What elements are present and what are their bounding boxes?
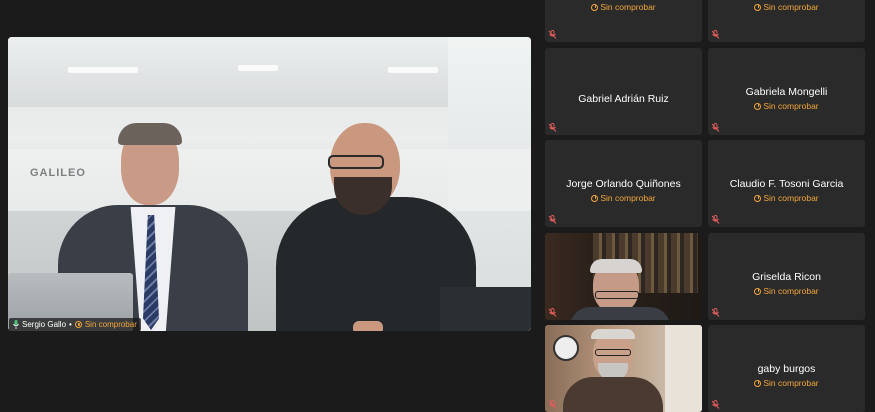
ceiling-light <box>238 65 278 71</box>
participant-tile[interactable] <box>545 325 702 412</box>
mic-off-icon <box>548 308 557 317</box>
verification-status: Sin comprobar <box>545 2 702 12</box>
clock-icon <box>591 194 599 202</box>
speaker-name: Sergio Gallo <box>22 320 67 329</box>
mic-off-icon <box>548 400 557 409</box>
participant-glasses <box>328 155 384 169</box>
verification-status: Sin comprobar <box>708 101 865 111</box>
participant-tile[interactable]: Jorge Orlando Quiñones Sin comprobar <box>545 140 702 227</box>
verification-status: Sin comprobar <box>708 286 865 296</box>
clock-icon <box>754 194 762 202</box>
clock-icon <box>754 102 762 110</box>
participant-name: Claudio F. Tosoni Garcia <box>729 178 844 190</box>
mic-off-icon <box>548 123 557 132</box>
participant-tile[interactable] <box>545 233 702 320</box>
clock-icon <box>74 321 82 328</box>
verification-status: Sin comprobar <box>708 2 865 12</box>
monitor <box>440 287 531 331</box>
status-label: Sin comprobar <box>763 2 819 12</box>
mic-off-icon <box>548 215 557 224</box>
ceiling-light <box>388 67 438 73</box>
participant-tile[interactable]: Claudio F. Tosoni Garcia Sin comprobar <box>708 140 865 227</box>
ceiling-light <box>68 67 138 73</box>
participant-name: Griselda Ricon <box>752 271 821 283</box>
frosted-glass <box>8 149 531 211</box>
main-video-tile[interactable]: GALILEO <box>8 37 531 331</box>
status-label: Sin comprobar <box>600 2 656 12</box>
mic-icon <box>13 320 19 329</box>
clock-icon <box>754 3 762 11</box>
background-sign: GALILEO <box>30 167 86 179</box>
participant-tile[interactable]: Gabriel Adrián Ruiz <box>545 48 702 135</box>
participant-tile[interactable]: Griselda Ricon Sin comprobar <box>708 233 865 320</box>
participant-hair <box>118 123 182 145</box>
status-label: Sin comprobar <box>763 378 819 388</box>
speaker-status: Sin comprobar <box>84 320 137 329</box>
participant-name: Gabriela Mongelli <box>745 86 828 98</box>
mic-off-icon <box>711 123 720 132</box>
clock-icon <box>754 379 762 387</box>
participant-video <box>545 325 702 412</box>
status-label: Sin comprobar <box>763 193 819 203</box>
participant-hand <box>353 321 383 331</box>
speaker-name-tag: Sergio Gallo • Sin comprobar <box>9 318 141 331</box>
participant-tile[interactable]: Sin comprobar <box>545 0 702 42</box>
participant-name: gaby burgos <box>757 363 816 375</box>
participant-name: Gabriel Adrián Ruiz <box>578 93 669 105</box>
verification-status: Sin comprobar <box>708 193 865 203</box>
mic-off-icon <box>711 308 720 317</box>
verification-status: Sin comprobar <box>545 193 702 203</box>
participant-name: Jorge Orlando Quiñones <box>566 178 681 190</box>
status-label: Sin comprobar <box>763 286 819 296</box>
status-label: Sin comprobar <box>600 193 656 203</box>
mic-off-icon <box>711 30 720 39</box>
mic-off-icon <box>711 215 720 224</box>
clock-icon <box>754 287 762 295</box>
status-label: Sin comprobar <box>763 101 819 111</box>
separator: • <box>69 320 72 329</box>
participant-tile[interactable]: Sin comprobar <box>708 0 865 42</box>
participant-tile[interactable]: Gabriela Mongelli Sin comprobar <box>708 48 865 135</box>
participant-video <box>545 233 702 320</box>
clock-icon <box>591 3 599 11</box>
verification-status: Sin comprobar <box>708 378 865 388</box>
mic-off-icon <box>711 400 720 409</box>
participant-tile[interactable]: gaby burgos Sin comprobar <box>708 325 865 412</box>
mic-off-icon <box>548 30 557 39</box>
